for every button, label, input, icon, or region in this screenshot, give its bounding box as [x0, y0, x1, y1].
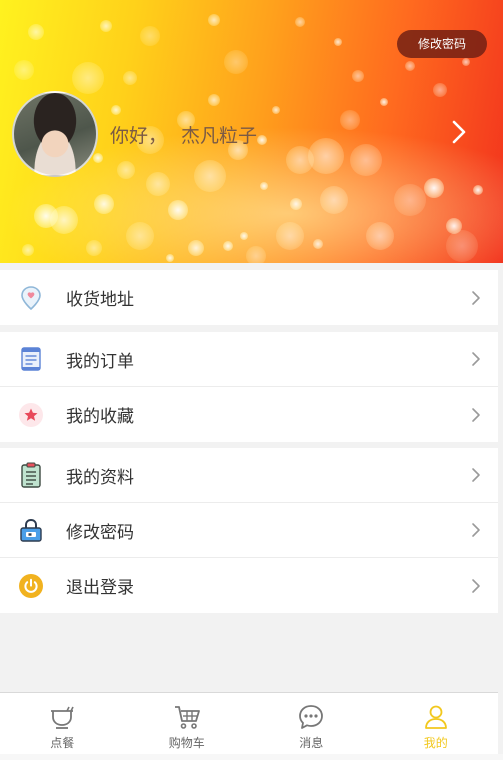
- lock-icon: [18, 517, 44, 543]
- power-icon: [18, 573, 44, 599]
- bottom-strip: [0, 754, 503, 760]
- bokeh-spot: [295, 17, 305, 27]
- menu-group-account: 我的资料 修改密码 退出登录: [0, 448, 498, 613]
- menu-item-orders[interactable]: 我的订单: [0, 332, 498, 387]
- change-password-button[interactable]: 修改密码: [397, 30, 487, 58]
- menu-item-label: 收货地址: [66, 290, 134, 310]
- tab-messages[interactable]: 消息: [249, 693, 374, 754]
- chevron-right-icon: [472, 578, 480, 593]
- menu-item-label: 我的资料: [66, 467, 134, 488]
- menu-item-logout[interactable]: 退出登录: [0, 558, 498, 613]
- chevron-right-icon: [472, 407, 480, 422]
- bokeh-spot: [334, 38, 342, 46]
- menu-item-favorites[interactable]: 我的收藏: [0, 387, 498, 442]
- profile-banner: 修改密码 你好， 杰凡粒子: [0, 0, 503, 263]
- bokeh-spot: [72, 62, 104, 94]
- chevron-right-icon: [472, 352, 480, 366]
- star-icon: [18, 402, 44, 428]
- chevron-right-icon[interactable]: [449, 118, 469, 146]
- bokeh-spot: [28, 24, 44, 40]
- bottom-tab-bar: 点餐 购物车 消息 我的: [0, 692, 498, 754]
- tab-cart[interactable]: 购物车: [125, 693, 250, 754]
- bokeh-spot: [405, 61, 415, 71]
- bokeh-spot: [433, 83, 447, 97]
- bokeh-spot: [111, 105, 121, 115]
- chat-icon: [299, 705, 324, 729]
- chevron-right-icon: [472, 523, 480, 537]
- cart-icon: [174, 706, 200, 729]
- menu-item-label: 我的收藏: [66, 407, 134, 427]
- bokeh-spot: [123, 71, 137, 85]
- menu-item-label: 我的订单: [66, 351, 134, 372]
- menu-item-address[interactable]: 收货地址: [0, 270, 498, 325]
- chevron-right-icon: [472, 468, 480, 482]
- chevron-right-icon: [472, 290, 480, 305]
- clipboard-icon: [18, 462, 44, 488]
- bokeh-spot: [352, 70, 364, 82]
- menu-group-orders: 我的订单 我的收藏: [0, 332, 498, 442]
- menu-item-label: 修改密码: [66, 522, 134, 543]
- bokeh-spot: [380, 98, 388, 106]
- greeting-hello: 你好，: [110, 125, 168, 147]
- bokeh-spot: [224, 50, 248, 74]
- tab-label: 我的: [423, 736, 448, 750]
- greeting-text: 你好， 杰凡粒子: [110, 121, 257, 148]
- bokeh-spot: [208, 14, 220, 26]
- user-icon: [424, 705, 447, 729]
- bokeh-spot: [272, 106, 280, 114]
- tab-label: 购物车: [168, 736, 205, 750]
- order-list-icon: [18, 346, 44, 372]
- tab-label: 点餐: [50, 736, 75, 750]
- bokeh-spot: [462, 58, 470, 66]
- tab-mine[interactable]: 我的: [374, 693, 499, 754]
- bokeh-spot: [208, 94, 220, 106]
- username: 杰凡粒子: [181, 125, 258, 147]
- menu-item-profile[interactable]: 我的资料: [0, 448, 498, 503]
- menu-item-label: 退出登录: [66, 578, 134, 598]
- bokeh-spot: [100, 20, 112, 32]
- menu-item-change-password[interactable]: 修改密码: [0, 503, 498, 558]
- menu-group-address: 收货地址: [0, 270, 498, 325]
- location-pin-icon: [18, 285, 44, 311]
- tab-label: 消息: [299, 736, 324, 750]
- bowl-icon: [51, 706, 74, 729]
- bokeh-spot: [14, 60, 34, 80]
- bokeh-spot: [140, 26, 160, 46]
- avatar[interactable]: [12, 91, 98, 177]
- tab-order[interactable]: 点餐: [0, 693, 125, 754]
